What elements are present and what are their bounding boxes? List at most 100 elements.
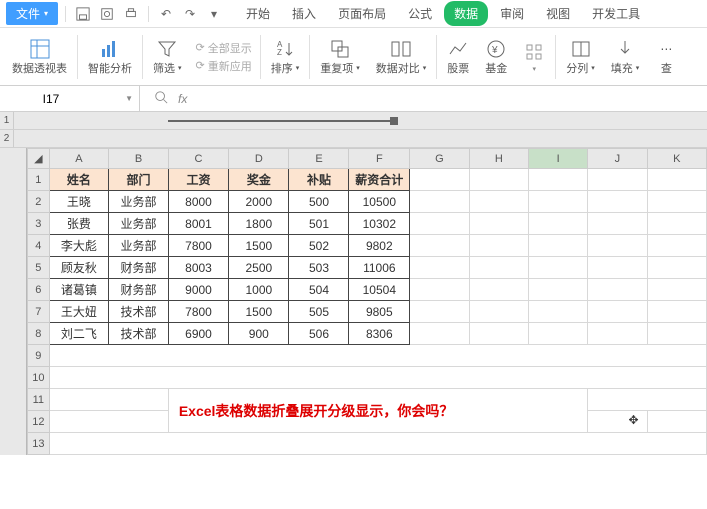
tab-view[interactable]: 视图 (536, 1, 580, 26)
cell[interactable] (469, 323, 528, 345)
print-icon[interactable] (121, 4, 141, 24)
col-G[interactable]: G (410, 149, 469, 169)
namebox-dropdown-icon[interactable]: ▼ (125, 94, 133, 103)
tab-home[interactable]: 开始 (236, 1, 280, 26)
tab-insert[interactable]: 插入 (282, 1, 326, 26)
cell[interactable]: 诸葛镇 (49, 279, 109, 301)
cell[interactable] (647, 213, 707, 235)
col-F[interactable]: F (349, 149, 410, 169)
cell[interactable]: 9802 (349, 235, 410, 257)
cell[interactable] (469, 191, 528, 213)
qat-dropdown-icon[interactable]: ▾ (204, 4, 224, 24)
row-13[interactable]: 13 (28, 433, 50, 455)
cell[interactable] (469, 301, 528, 323)
cell[interactable] (647, 301, 707, 323)
cell[interactable]: 9805 (349, 301, 410, 323)
save-icon[interactable] (73, 4, 93, 24)
col-J[interactable]: J (588, 149, 647, 169)
col-D[interactable]: D (229, 149, 289, 169)
cell[interactable] (410, 257, 469, 279)
cell[interactable]: 1000 (229, 279, 289, 301)
cell[interactable]: 刘二飞 (49, 323, 109, 345)
cell[interactable]: 2000 (229, 191, 289, 213)
cell[interactable]: 部门 (109, 169, 169, 191)
cell[interactable] (410, 235, 469, 257)
cell[interactable] (588, 301, 647, 323)
smart-analysis-button[interactable]: 智能分析 (80, 28, 140, 85)
row-1[interactable]: 1 (28, 169, 50, 191)
cell[interactable]: 1500 (229, 301, 289, 323)
cell[interactable]: 张费 (49, 213, 109, 235)
fund-button[interactable]: ¥ 基金 (477, 28, 515, 85)
cell[interactable] (49, 345, 706, 367)
cell[interactable]: 王大妞 (49, 301, 109, 323)
tab-formula[interactable]: 公式 (398, 1, 442, 26)
cell[interactable]: 503 (289, 257, 349, 279)
col-A[interactable]: A (49, 149, 109, 169)
search-icon[interactable] (154, 90, 168, 107)
cell[interactable]: 1500 (229, 235, 289, 257)
cell[interactable]: 501 (289, 213, 349, 235)
cell[interactable] (647, 279, 707, 301)
cell[interactable] (469, 169, 528, 191)
col-B[interactable]: B (109, 149, 169, 169)
row-8[interactable]: 8 (28, 323, 50, 345)
sort-button[interactable]: AZ 排序 (263, 28, 308, 85)
row-3[interactable]: 3 (28, 213, 50, 235)
cell[interactable] (49, 367, 706, 389)
cell[interactable] (410, 191, 469, 213)
cell[interactable]: 10500 (349, 191, 410, 213)
cell[interactable] (410, 279, 469, 301)
row-5[interactable]: 5 (28, 257, 50, 279)
cell[interactable]: 506 (289, 323, 349, 345)
row-12[interactable]: 12 (28, 411, 50, 433)
cell[interactable]: 8001 (168, 213, 228, 235)
cell[interactable] (49, 411, 168, 433)
cell[interactable] (588, 323, 647, 345)
cell[interactable]: 1800 (229, 213, 289, 235)
cell[interactable] (410, 301, 469, 323)
row-10[interactable]: 10 (28, 367, 50, 389)
cell[interactable] (529, 279, 588, 301)
cell[interactable] (469, 279, 528, 301)
compare-button[interactable]: 数据对比 (368, 28, 435, 85)
pivot-button[interactable]: 数据透视表 (4, 28, 75, 85)
cell[interactable] (529, 323, 588, 345)
cell[interactable] (49, 433, 706, 455)
row-2[interactable]: 2 (28, 191, 50, 213)
cell[interactable]: 技术部 (109, 323, 169, 345)
col-C[interactable]: C (168, 149, 228, 169)
row-7[interactable]: 7 (28, 301, 50, 323)
outline-level-1[interactable]: 1 (0, 112, 14, 129)
cell[interactable] (588, 191, 647, 213)
cell[interactable]: 900 (229, 323, 289, 345)
tab-dev[interactable]: 开发工具 (582, 1, 650, 26)
cell[interactable]: 504 (289, 279, 349, 301)
filter-button[interactable]: 筛选 (145, 28, 190, 85)
name-box-input[interactable] (6, 92, 96, 106)
cell[interactable] (529, 213, 588, 235)
col-I[interactable]: I (529, 149, 588, 169)
cell[interactable] (647, 235, 707, 257)
row-9[interactable]: 9 (28, 345, 50, 367)
cell[interactable]: ✥ (588, 411, 647, 433)
cell[interactable] (529, 169, 588, 191)
outline-group-end[interactable] (390, 117, 398, 125)
cell[interactable]: 505 (289, 301, 349, 323)
tab-layout[interactable]: 页面布局 (328, 1, 396, 26)
cell[interactable]: 王晓 (49, 191, 109, 213)
redo-icon[interactable]: ↷ (180, 4, 200, 24)
preview-icon[interactable] (97, 4, 117, 24)
duplicates-button[interactable]: 重复项 (312, 28, 368, 85)
split-button[interactable]: 分列 (558, 28, 603, 85)
cell[interactable]: 11006 (349, 257, 410, 279)
cell[interactable] (588, 213, 647, 235)
spreadsheet-grid[interactable]: ◢ A B C D E F G H I J K 1 姓名 部门 工资 奖金 补贴… (27, 148, 707, 455)
row-6[interactable]: 6 (28, 279, 50, 301)
cell[interactable]: 2500 (229, 257, 289, 279)
cell[interactable] (469, 257, 528, 279)
name-box[interactable]: ▼ (0, 86, 140, 111)
cell[interactable] (647, 169, 707, 191)
cell[interactable]: 李大彪 (49, 235, 109, 257)
cell[interactable] (49, 389, 168, 411)
